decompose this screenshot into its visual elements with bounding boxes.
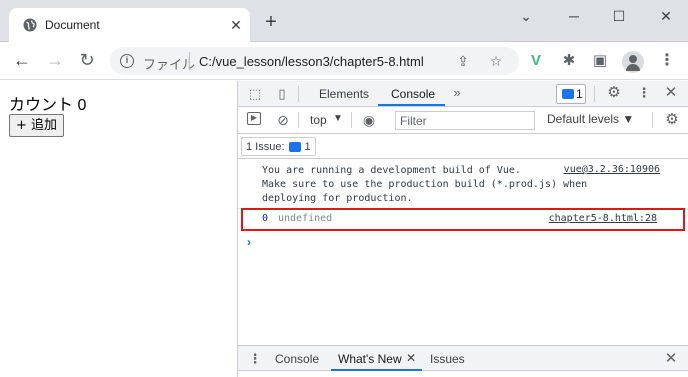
drawer-tab-console[interactable]: Console	[275, 352, 319, 366]
tab-close-button[interactable]: ✕	[228, 17, 244, 33]
info-icon[interactable]: i	[120, 54, 134, 68]
drawer-tab-bar: ⋮ Console What's New ✕ Issues ✕	[238, 345, 688, 371]
browser-toolbar: ← → ↻ i ファイル C:/vue_lesson/lesson3/chapt…	[0, 42, 688, 80]
messages-badge[interactable]: 1	[556, 84, 586, 104]
share-icon[interactable]: ⇪	[455, 53, 471, 69]
divider	[594, 86, 595, 102]
log-levels-dropdown[interactable]: Default levels ▼	[547, 112, 634, 126]
issues-count: 1	[304, 140, 311, 153]
close-window-button[interactable]: ✕	[651, 6, 681, 28]
issues-bar: 1 Issue: 1	[238, 134, 688, 159]
context-dropdown-icon[interactable]: ▼	[333, 113, 343, 124]
page-viewport: カウント 0 + 追加	[0, 81, 237, 377]
drawer-menu-icon[interactable]: ⋮	[247, 351, 263, 367]
side-panel-icon[interactable]: ▣	[592, 53, 608, 69]
console-output: You are running a development build of V…	[238, 160, 688, 345]
drawer-tab-whats-new[interactable]: What's New	[338, 352, 402, 366]
devtools-tab-bar: ⬚ ▯ Elements Console » 1 ⚙ ⋮ ✕	[238, 81, 688, 107]
tab-elements[interactable]: Elements	[319, 87, 369, 101]
tab-search-chevron-icon[interactable]: ⌄	[511, 6, 541, 28]
message-count: 1	[576, 87, 583, 101]
console-sidebar-icon[interactable]: ▶	[247, 112, 261, 125]
console-settings-gear-icon[interactable]: ⚙	[664, 112, 680, 128]
maximize-button[interactable]: ☐	[604, 6, 634, 28]
forward-arrow-icon[interactable]: →	[46, 51, 64, 70]
bookmark-star-icon[interactable]: ☆	[488, 53, 504, 69]
inspect-element-icon[interactable]: ⬚	[247, 86, 263, 102]
log-source-link[interactable]: chapter5-8.html:28	[549, 213, 657, 224]
context-selector[interactable]: top	[310, 113, 327, 127]
divider	[298, 112, 299, 128]
console-filter-bar: ▶ ⊘ top ▼ ◉ Filter Default levels ▼ ⚙	[238, 107, 688, 134]
more-tabs-icon[interactable]: »	[449, 85, 465, 101]
scheme-label: ファイル	[143, 57, 196, 72]
minimize-button[interactable]: ─	[559, 6, 589, 28]
globe-icon	[23, 18, 37, 32]
tab-console[interactable]: Console	[391, 87, 435, 101]
back-arrow-icon[interactable]: ←	[13, 51, 31, 70]
browser-title-bar: Document ✕ + ⌄ ─ ☐ ✕	[0, 0, 688, 42]
filter-input[interactable]: Filter	[395, 111, 535, 130]
address-separator	[189, 52, 190, 70]
count-label: カウント 0	[9, 97, 87, 114]
active-tab-indicator	[378, 104, 445, 106]
filter-placeholder: Filter	[400, 114, 427, 128]
new-tab-button[interactable]: +	[262, 12, 280, 32]
issues-button[interactable]: 1 Issue: 1	[241, 137, 316, 156]
browser-tab[interactable]: Document ✕	[9, 8, 250, 42]
highlighted-log-row: 0 undefined chapter5-8.html:28	[241, 208, 685, 231]
devtools-menu-icon[interactable]: ⋮	[636, 85, 652, 101]
add-button[interactable]: + 追加	[9, 114, 65, 137]
log-source-link[interactable]: vue@3.2.36:10906	[564, 164, 660, 175]
divider	[298, 86, 299, 102]
log-undefined: undefined	[278, 213, 333, 224]
issues-label: 1 Issue:	[246, 140, 285, 153]
devtools-panel: ⬚ ▯ Elements Console » 1 ⚙ ⋮ ✕ ▶ ⊘ top ▼…	[237, 81, 688, 377]
close-drawer-icon[interactable]: ✕	[663, 351, 679, 367]
log-value: 0	[262, 213, 269, 224]
extensions-puzzle-icon[interactable]: ✱	[561, 53, 577, 69]
active-drawer-tab-indicator	[331, 369, 422, 371]
divider	[351, 112, 352, 128]
clear-console-icon[interactable]: ⊘	[275, 112, 291, 128]
close-tab-icon[interactable]: ✕	[406, 351, 416, 365]
profile-avatar-icon[interactable]	[622, 51, 644, 73]
tab-title: Document	[45, 18, 100, 32]
issue-bubble-icon	[288, 141, 301, 152]
divider	[652, 112, 653, 128]
vue-devtools-icon[interactable]: V	[528, 53, 544, 69]
address-bar[interactable]: i ファイル C:/vue_lesson/lesson3/chapter5-8.…	[110, 47, 519, 75]
browser-menu-icon[interactable]: ⋮	[659, 52, 675, 70]
console-prompt[interactable]: ›	[247, 235, 251, 249]
reload-icon[interactable]: ↻	[78, 51, 96, 70]
gear-icon[interactable]: ⚙	[606, 85, 622, 101]
message-bubble-icon	[562, 89, 574, 99]
close-devtools-icon[interactable]: ✕	[663, 85, 679, 101]
drawer-tab-issues[interactable]: Issues	[430, 352, 465, 366]
device-toolbar-icon[interactable]: ▯	[274, 86, 290, 102]
url-text[interactable]: C:/vue_lesson/lesson3/chapter5-8.html	[199, 54, 424, 69]
live-expression-eye-icon[interactable]: ◉	[361, 112, 377, 128]
